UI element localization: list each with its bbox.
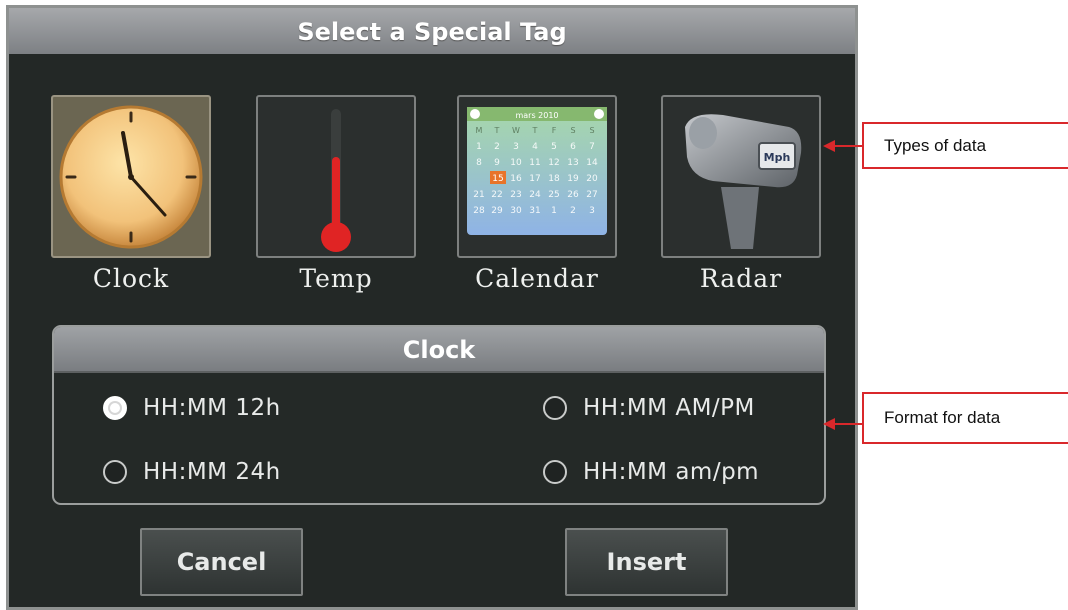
svg-text:23: 23 [510,190,521,200]
svg-text:14: 14 [586,158,598,168]
format-option-AM-PM[interactable]: HH:MM AM/PM [543,395,755,421]
svg-text:18: 18 [548,174,560,184]
svg-text:3: 3 [513,142,519,152]
tag-tile-clock[interactable] [51,95,211,258]
svg-text:7: 7 [589,142,595,152]
format-panel-title: Clock [54,327,824,373]
svg-text:28: 28 [473,206,485,216]
callout-types-of-data: Types of data [862,122,1068,169]
svg-text:3: 3 [589,206,595,216]
svg-text:4: 4 [532,142,538,152]
svg-text:24: 24 [529,190,541,200]
insert-button[interactable]: Insert [565,528,728,596]
svg-text:13: 13 [567,158,578,168]
svg-text:31: 31 [529,206,540,216]
svg-text:22: 22 [491,190,502,200]
svg-text:9: 9 [494,158,500,168]
svg-text:12: 12 [548,158,559,168]
calendar-icon: mars 2010 M T W T F S S 1234567 8 9 10 11 12… [467,107,607,235]
svg-text:1: 1 [476,142,482,152]
calendar-highlight-day: 15 [492,174,503,184]
format-option-12h[interactable]: HH:MM 12h [103,395,281,421]
callout-format-for-data: Format for data [862,392,1068,444]
svg-text:17: 17 [529,174,540,184]
format-option-label: HH:MM am/pm [583,459,760,485]
clock-icon [59,105,203,249]
svg-text:21: 21 [473,190,484,200]
tag-label-radar: Radar [699,264,783,293]
callout-arrow-types [823,140,863,152]
format-option-am-pm[interactable]: HH:MM am/pm [543,459,759,485]
svg-text:10: 10 [510,158,522,168]
svg-text:F: F [552,126,557,135]
svg-text:8: 8 [476,158,482,168]
svg-text:W: W [512,126,520,135]
tag-tile-calendar[interactable]: mars 2010 M T W T F S S 1234567 8 9 10 11 12… [457,95,617,258]
format-option-label: HH:MM AM/PM [583,395,755,421]
svg-text:5: 5 [551,142,557,152]
calendar-month-text: mars 2010 [515,111,558,120]
format-option-24h[interactable]: HH:MM 24h [103,459,281,485]
svg-text:30: 30 [510,206,522,216]
tag-tile-radar[interactable]: Mph [661,95,821,258]
callout-arrow-format [823,418,863,430]
special-tag-dialog: Select a Special Tag Clock Temp mars 201… [6,5,858,610]
format-panel: Clock HH:MM 12h HH:MM AM/PM HH:MM 24h HH… [52,325,826,505]
svg-text:11: 11 [529,158,540,168]
svg-text:27: 27 [586,190,597,200]
radio-AM-PM[interactable] [543,396,567,420]
tag-label-temp: Temp [299,264,373,293]
svg-text:M: M [476,126,483,135]
svg-text:S: S [570,126,575,135]
radar-gun-icon: Mph [685,114,802,249]
tag-label-clock: Clock [92,264,170,293]
dialog-title: Select a Special Tag [9,8,855,54]
svg-text:16: 16 [510,174,522,184]
radar-display-text: Mph [764,151,791,164]
svg-text:1: 1 [551,206,557,216]
format-option-label: HH:MM 24h [143,459,281,485]
svg-text:2: 2 [570,206,576,216]
svg-text:6: 6 [570,142,576,152]
svg-text:19: 19 [567,174,579,184]
radio-24h[interactable] [103,460,127,484]
svg-text:25: 25 [548,190,559,200]
svg-text:2: 2 [494,142,500,152]
tag-label-calendar: Calendar [475,264,599,293]
radio-12h[interactable] [103,396,127,420]
svg-text:S: S [589,126,594,135]
svg-text:T: T [494,126,500,135]
svg-text:T: T [532,126,538,135]
cancel-button[interactable]: Cancel [140,528,303,596]
svg-text:26: 26 [567,190,579,200]
radio-am-pm[interactable] [543,460,567,484]
tag-tile-temp[interactable] [256,95,416,258]
thermometer-icon [321,109,351,252]
svg-text:29: 29 [491,206,503,216]
svg-text:20: 20 [586,174,598,184]
format-option-label: HH:MM 12h [143,395,281,421]
